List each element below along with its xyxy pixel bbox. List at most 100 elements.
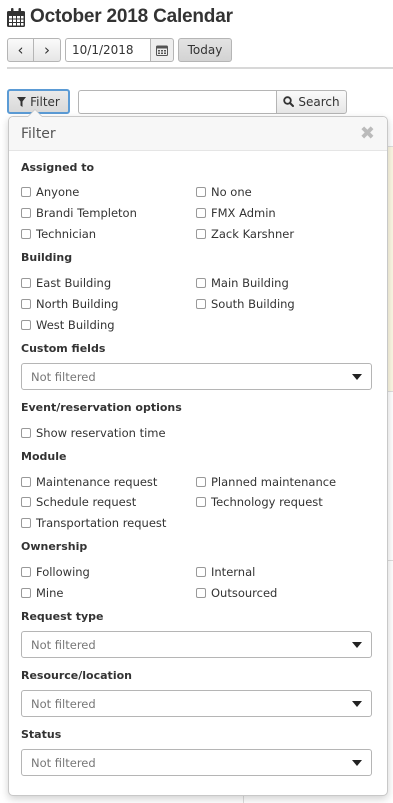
chevron-left-icon: ‹	[17, 40, 24, 59]
checkbox-box[interactable]	[21, 567, 31, 577]
checkbox-box[interactable]	[196, 588, 206, 598]
search-input[interactable]	[78, 89, 276, 114]
checkbox-planned-maintenance[interactable]: Planned maintenance	[196, 475, 336, 489]
chevron-right-icon: ›	[44, 40, 50, 59]
checkbox-label: South Building	[211, 297, 295, 311]
checkbox-box[interactable]	[21, 229, 31, 239]
checkbox-box[interactable]	[21, 187, 31, 197]
search-button-label: Search	[298, 94, 340, 109]
checkbox-box[interactable]	[196, 497, 206, 507]
checkbox-box[interactable]	[196, 229, 206, 239]
date-picker: 10/1/2018	[65, 38, 174, 62]
checkbox-box[interactable]	[196, 477, 206, 487]
checkbox-technician[interactable]: Technician	[21, 227, 96, 241]
toolbar: Filter Search	[7, 89, 347, 114]
checkbox-label: Internal	[211, 565, 256, 579]
checkbox-box[interactable]	[196, 208, 206, 218]
page-title: October 2018 Calendar	[30, 6, 233, 27]
section-label-status: Status	[21, 728, 62, 741]
status-select[interactable]: Not filtered	[21, 749, 372, 776]
checkbox-label: North Building	[36, 297, 119, 311]
checkbox-box[interactable]	[21, 278, 31, 288]
checkbox-label: Zack Karshner	[211, 227, 295, 241]
checkbox-label: No one	[211, 185, 252, 199]
checkbox-fmx-admin[interactable]: FMX Admin	[196, 206, 276, 220]
checkbox-west-building[interactable]: West Building	[21, 318, 115, 332]
caret-down-icon	[352, 373, 362, 380]
checkbox-transportation-request[interactable]: Transportation request	[21, 516, 166, 530]
resource-location-select[interactable]: Not filtered	[21, 690, 372, 717]
checkbox-anyone[interactable]: Anyone	[21, 185, 79, 199]
checkbox-box[interactable]	[21, 497, 31, 507]
search-button[interactable]: Search	[276, 89, 347, 114]
select-value: Not filtered	[31, 369, 96, 384]
checkbox-mine[interactable]: Mine	[21, 586, 63, 600]
caret-down-icon	[352, 641, 362, 648]
checkbox-box[interactable]	[196, 299, 206, 309]
checkbox-label: Transportation request	[36, 516, 167, 530]
checkbox-label: Technician	[36, 227, 97, 241]
select-value: Not filtered	[31, 755, 96, 770]
checkbox-label: Maintenance request	[36, 475, 158, 489]
calendar-picker-icon	[156, 45, 168, 56]
checkbox-box[interactable]	[21, 208, 31, 218]
select-value: Not filtered	[31, 696, 96, 711]
checkbox-brandi-templeton[interactable]: Brandi Templeton	[21, 206, 137, 220]
checkbox-show-reservation-time[interactable]: Show reservation time	[21, 426, 166, 440]
request-type-select[interactable]: Not filtered	[21, 631, 372, 658]
checkbox-maintenance-request[interactable]: Maintenance request	[21, 475, 157, 489]
checkbox-box[interactable]	[21, 299, 31, 309]
checkbox-label: Show reservation time	[36, 426, 166, 440]
checkbox-north-building[interactable]: North Building	[21, 297, 118, 311]
search-icon	[283, 96, 295, 107]
filter-button-label: Filter	[30, 94, 60, 109]
section-label-resource-location: Resource/location	[21, 669, 132, 682]
checkbox-internal[interactable]: Internal	[196, 565, 255, 579]
checkbox-label: Technology request	[211, 495, 323, 509]
custom-fields-select[interactable]: Not filtered	[21, 363, 372, 390]
checkbox-label: Planned maintenance	[211, 475, 337, 489]
section-label-custom-fields: Custom fields	[21, 342, 106, 355]
section-label-building: Building	[21, 251, 73, 264]
checkbox-box[interactable]	[21, 588, 31, 598]
checkbox-south-building[interactable]: South Building	[196, 297, 295, 311]
calendar-icon	[7, 7, 25, 27]
checkbox-label: Anyone	[36, 185, 80, 199]
caret-down-icon	[352, 759, 362, 766]
filter-popover: Filter ✖ Assigned to Anyone No one Brand…	[8, 110, 388, 796]
section-label-module: Module	[21, 450, 67, 463]
checkbox-box[interactable]	[196, 567, 206, 577]
checkbox-no-one[interactable]: No one	[196, 185, 252, 199]
checkbox-box[interactable]	[196, 187, 206, 197]
checkbox-zack-karshner[interactable]: Zack Karshner	[196, 227, 294, 241]
date-picker-button[interactable]	[150, 38, 174, 62]
today-button[interactable]: Today	[178, 38, 232, 62]
checkbox-east-building[interactable]: East Building	[21, 276, 111, 290]
close-icon[interactable]: ✖	[360, 123, 375, 144]
date-navigation: ‹ › 10/1/2018 Today	[7, 38, 232, 62]
checkbox-schedule-request[interactable]: Schedule request	[21, 495, 136, 509]
checkbox-box[interactable]	[21, 320, 31, 330]
select-value: Not filtered	[31, 637, 96, 652]
checkbox-main-building[interactable]: Main Building	[196, 276, 289, 290]
checkbox-following[interactable]: Following	[21, 565, 90, 579]
popover-title: Filter	[21, 125, 56, 142]
checkbox-label: FMX Admin	[211, 206, 276, 220]
checkbox-technology-request[interactable]: Technology request	[196, 495, 323, 509]
section-label-request-type: Request type	[21, 610, 104, 623]
checkbox-box[interactable]	[21, 518, 31, 528]
checkbox-outsourced[interactable]: Outsourced	[196, 586, 277, 600]
caret-down-icon	[352, 700, 362, 707]
checkbox-box[interactable]	[21, 477, 31, 487]
date-input[interactable]: 10/1/2018	[65, 38, 150, 62]
search-group: Search	[78, 89, 347, 114]
checkbox-box[interactable]	[196, 278, 206, 288]
previous-month-button[interactable]: ‹	[7, 38, 34, 62]
checkbox-box[interactable]	[21, 428, 31, 438]
checkbox-label: Schedule request	[36, 495, 137, 509]
filter-icon	[17, 96, 27, 107]
next-month-button[interactable]: ›	[34, 38, 61, 62]
checkbox-label: Outsourced	[211, 586, 278, 600]
popover-arrow-inner	[28, 110, 42, 117]
header-divider	[7, 67, 393, 69]
